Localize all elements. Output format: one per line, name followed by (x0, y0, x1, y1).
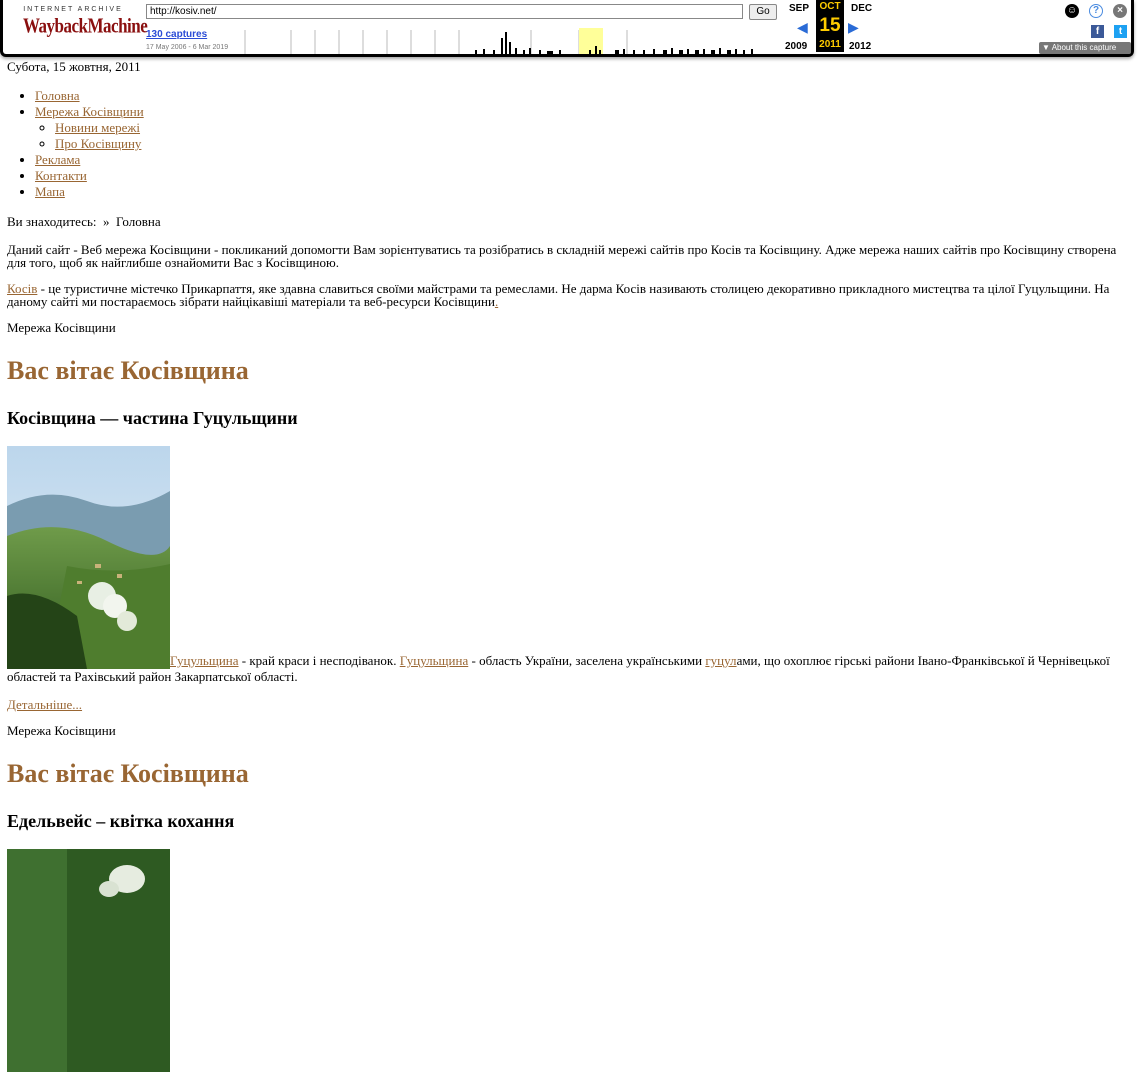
page-content: Субота, 15 жовтня, 2011 Головна Мережа К… (7, 59, 1132, 1072)
prev-year-link[interactable]: 2009 (785, 41, 807, 52)
year-dividers (244, 30, 628, 54)
wayback-logo[interactable]: INTERNET ARCHIVE WaybackMachine (23, 6, 148, 48)
hutsul-mountains-image (7, 446, 170, 669)
current-year: 2011 (816, 38, 844, 52)
twitter-icon[interactable]: t (1114, 25, 1127, 38)
menu-link-contacts[interactable]: Контакти (35, 168, 87, 183)
hutsulshchyna-link-1[interactable]: Гуцульщина (170, 653, 239, 668)
user-icon[interactable]: ☺ (1065, 4, 1079, 18)
logo-internet-archive: INTERNET ARCHIVE (23, 6, 123, 13)
help-icon[interactable]: ? (1089, 4, 1103, 18)
next-month-link[interactable]: DEC (851, 3, 872, 14)
menu-link-about-kosiv[interactable]: Про Косівщину (55, 136, 141, 151)
wayback-toolbar: INTERNET ARCHIVE WaybackMachine http://k… (0, 0, 1134, 57)
main-menu: Головна Мережа Косівщини Новини мережі П… (7, 88, 1132, 200)
menu-link-network[interactable]: Мережа Косівщини (35, 104, 144, 119)
menu-item-contacts: Контакти (35, 168, 1132, 184)
submenu-item-news: Новини мережі (55, 120, 1132, 136)
prev-month-link[interactable]: SEP (789, 3, 809, 14)
kosiv-tail-link[interactable]: . (495, 294, 498, 309)
hutsul-link[interactable]: гуцул (705, 653, 736, 668)
menu-item-network: Мережа Косівщини Новини мережі Про Косів… (35, 104, 1132, 152)
go-button[interactable]: Go (749, 4, 777, 20)
article-body: Гуцульщина - край краси і несподіванок. … (7, 446, 1132, 685)
next-arrow-icon[interactable]: ▶ (848, 20, 859, 34)
article-title: Косівщина — частина Гуцульщини (7, 408, 298, 428)
section-label-2: Мережа Косівщини (7, 723, 116, 738)
capture-sparkline[interactable] (243, 22, 768, 54)
kosiv-text: - це туристичне містечко Прикарпаття, як… (7, 281, 1110, 309)
logo-wayback-machine: WaybackMachine (23, 13, 148, 38)
breadcrumb-separator: » (103, 214, 110, 229)
greeting-heading-2: Вас вітає Косівщина (7, 759, 249, 788)
section-label: Мережа Косівщини (7, 320, 116, 335)
menu-item-ads: Реклама (35, 152, 1132, 168)
submenu-item-about: Про Косівщину (55, 136, 1132, 152)
article-body-2 (7, 849, 1132, 1072)
current-month: OCT (816, 0, 844, 14)
kosiv-paragraph: Косів - це туристичне містечко Прикарпат… (7, 282, 1132, 308)
breadcrumb: Ви знаходитесь: » Головна (7, 214, 1132, 230)
article-text-1: - край краси і несподіванок. (238, 653, 400, 668)
current-date: Субота, 15 жовтня, 2011 (7, 59, 141, 74)
current-day: 15 (816, 14, 844, 38)
captures-link[interactable]: 130 captures (146, 29, 207, 40)
menu-link-map[interactable]: Мапа (35, 184, 65, 199)
capture-range: 17 May 2006 - 6 Mar 2019 (146, 44, 229, 51)
breadcrumb-prefix: Ви знаходитесь: (7, 214, 97, 229)
prev-arrow-icon[interactable]: ◀ (797, 20, 808, 34)
menu-item-home: Головна (35, 88, 1132, 104)
hutsulshchyna-link-2[interactable]: Гуцульщина (400, 653, 469, 668)
facebook-icon[interactable]: f (1091, 25, 1104, 38)
menu-link-home[interactable]: Головна (35, 88, 80, 103)
url-input[interactable]: http://kosiv.net/ (146, 4, 743, 19)
menu-link-news[interactable]: Новини мережі (55, 120, 140, 135)
breadcrumb-current: Головна (116, 214, 161, 229)
article-title-2: Едельвейс – квітка кохання (7, 811, 235, 831)
menu-link-ads[interactable]: Реклама (35, 152, 80, 167)
article-text-2: - область України, заселена українськими (468, 653, 706, 668)
read-more-link[interactable]: Детальніше... (7, 697, 82, 712)
greeting-heading: Вас вітає Косівщина (7, 356, 249, 385)
read-more-paragraph: Детальніше... (7, 698, 1132, 711)
submenu-network: Новини мережі Про Косівщину (35, 120, 1132, 152)
menu-item-map: Мапа (35, 184, 1132, 200)
edelweiss-image (7, 849, 170, 1072)
about-capture-button[interactable]: ▼ About this capture (1039, 42, 1131, 54)
intro-paragraph: Даний сайт - Веб мережа Косівщини - покл… (7, 242, 1117, 270)
close-icon[interactable]: × (1113, 4, 1127, 18)
next-year-link[interactable]: 2012 (849, 41, 871, 52)
capture-bars (475, 32, 753, 54)
